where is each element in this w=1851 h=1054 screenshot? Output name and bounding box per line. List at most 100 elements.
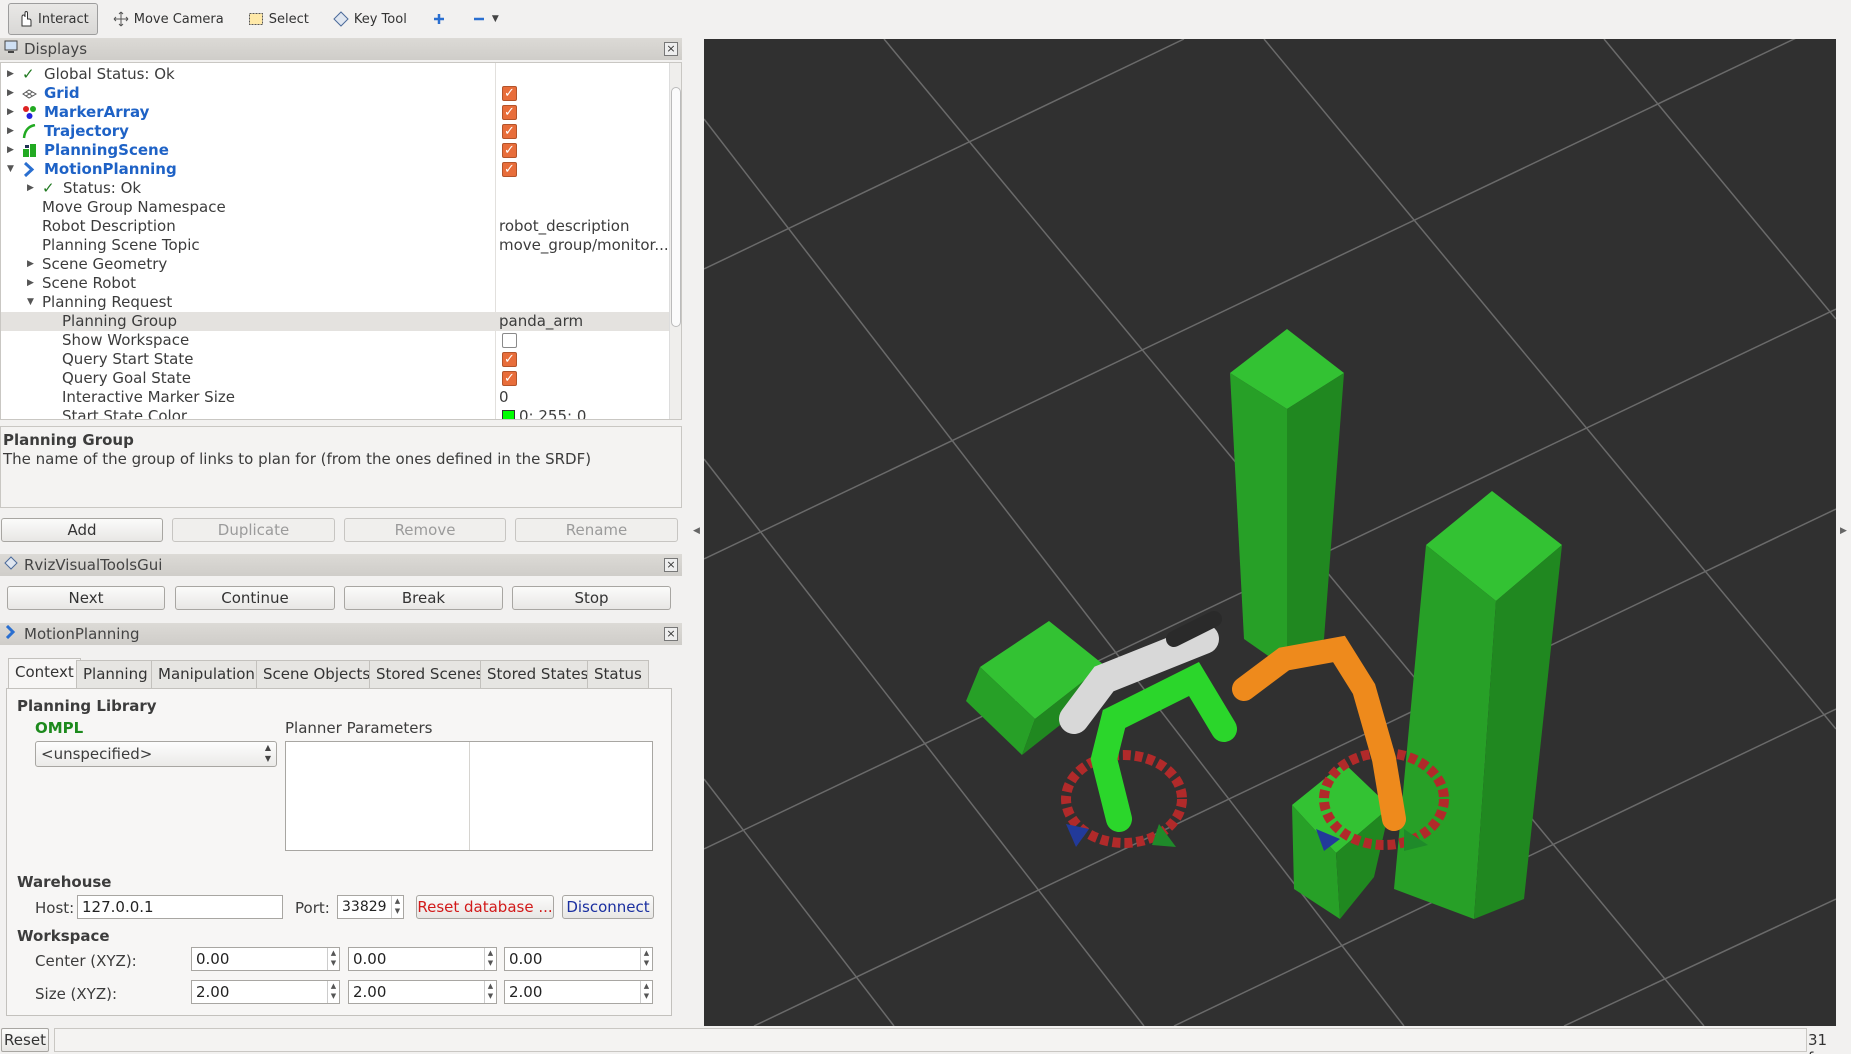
tab-scene-objects[interactable]: Scene Objects [256, 660, 378, 688]
tree-row-motionplanning[interactable]: ▼ MotionPlanning [1, 160, 669, 179]
center-x-input[interactable]: 0.00 ▲ ▼ [191, 947, 340, 971]
reset-database-button[interactable]: Reset database ... [416, 895, 554, 919]
tree-value[interactable]: 0; 255; 0 [519, 407, 586, 419]
center-y-input[interactable]: 0.00 ▲ ▼ [348, 947, 497, 971]
tree-row-show-workspace[interactable]: Show Workspace [1, 331, 669, 350]
property-description-box: Planning Group The name of the group of … [0, 426, 682, 508]
query-goal-state-checkbox[interactable] [502, 369, 517, 388]
tree-row-markerarray[interactable]: ▶ MarkerArray [1, 103, 669, 122]
tree-row-planningscene[interactable]: ▶ PlanningScene [1, 141, 669, 160]
select-tool-button[interactable]: Select [239, 3, 318, 35]
size-y-input[interactable]: 2.00 ▲ ▼ [348, 980, 497, 1004]
add-display-button[interactable]: Add [1, 518, 163, 542]
add-tool-button[interactable] [422, 3, 456, 35]
duplicate-display-button[interactable]: Duplicate [172, 518, 335, 542]
collapse-right-dock-icon[interactable]: ▶ [1840, 526, 1847, 536]
size-x-input[interactable]: 2.00 ▲ ▼ [191, 980, 340, 1004]
interact-tool-button[interactable]: Interact [8, 3, 98, 35]
expand-arrow-icon[interactable]: ▶ [27, 255, 37, 274]
spin-arrows-icon[interactable]: ▲ ▼ [640, 981, 652, 1003]
color-swatch[interactable] [502, 410, 515, 419]
tree-row-trajectory[interactable]: ▶ Trajectory [1, 122, 669, 141]
collapse-arrow-icon[interactable]: ▼ [27, 293, 37, 312]
planner-parameters-table[interactable] [285, 741, 653, 851]
tab-manipulation[interactable]: Manipulation [151, 660, 262, 688]
next-button[interactable]: Next [7, 586, 165, 610]
spin-arrows-icon[interactable]: ▲ ▼ [391, 896, 403, 918]
tree-row-scene-robot[interactable]: ▶ Scene Robot [1, 274, 669, 293]
close-icon[interactable]: × [664, 42, 678, 56]
tab-stored-scenes[interactable]: Stored Scenes [369, 660, 491, 688]
enabled-checkbox[interactable] [502, 141, 517, 160]
tree-label: Interactive Marker Size [62, 388, 235, 406]
column-separator [469, 742, 470, 850]
remove-display-button[interactable]: Remove [344, 518, 506, 542]
tab-planning[interactable]: Planning [76, 660, 155, 688]
expand-arrow-icon[interactable]: ▶ [7, 103, 17, 122]
expand-arrow-icon[interactable]: ▶ [7, 65, 17, 84]
center-z-input[interactable]: 0.00 ▲ ▼ [504, 947, 653, 971]
expand-arrow-icon[interactable]: ▶ [7, 141, 17, 160]
rename-display-button[interactable]: Rename [515, 518, 678, 542]
expand-arrow-icon[interactable]: ▶ [7, 122, 17, 141]
render-3d-viewport[interactable] [704, 39, 1836, 1026]
diamond-icon [4, 556, 18, 574]
scrollbar-thumb[interactable] [671, 87, 681, 327]
tree-row-query-start-state[interactable]: Query Start State [1, 350, 669, 369]
key-tool-button[interactable]: Key Tool [324, 3, 416, 35]
tab-context[interactable]: Context [8, 658, 81, 689]
show-workspace-checkbox[interactable] [502, 333, 517, 348]
tab-stored-states[interactable]: Stored States [480, 660, 596, 688]
query-start-state-checkbox[interactable] [502, 350, 517, 369]
tree-row-query-goal-state[interactable]: Query Goal State [1, 369, 669, 388]
stop-button[interactable]: Stop [512, 586, 671, 610]
continue-button[interactable]: Continue [175, 586, 335, 610]
tree-row-interactive-marker-size[interactable]: Interactive Marker Size 0 [1, 388, 669, 407]
tree-row-grid[interactable]: ▶ Grid [1, 84, 669, 103]
expand-arrow-icon[interactable]: ▶ [27, 179, 37, 198]
obstacle-tall-left [1230, 329, 1344, 669]
enabled-checkbox[interactable] [502, 122, 517, 141]
enabled-checkbox[interactable] [502, 84, 517, 103]
tab-status[interactable]: Status [587, 660, 649, 688]
spin-arrows-icon[interactable]: ▲ ▼ [484, 948, 496, 970]
tree-value[interactable]: 0 [499, 388, 509, 407]
grid-icon [22, 86, 38, 101]
tree-row-status[interactable]: ▶ ✓ Status: Ok [1, 179, 669, 198]
tree-value[interactable]: robot_description [499, 217, 630, 236]
disconnect-button[interactable]: Disconnect [562, 895, 654, 919]
size-z-input[interactable]: 2.00 ▲ ▼ [504, 980, 653, 1004]
tree-row-planning-scene-topic[interactable]: Planning Scene Topic move_group/monitor.… [1, 236, 669, 255]
tree-value[interactable]: move_group/monitor... [499, 236, 669, 255]
tree-row-start-state-color[interactable]: Start State Color 0; 255; 0 [1, 407, 669, 419]
displays-scrollbar[interactable] [669, 63, 681, 419]
reset-button[interactable]: Reset [1, 1028, 49, 1052]
spin-arrows-icon[interactable]: ▲ ▼ [640, 948, 652, 970]
tree-row-move-group-namespace[interactable]: Move Group Namespace [1, 198, 669, 217]
tree-row-global-status[interactable]: ▶ ✓ Global Status: Ok [1, 65, 669, 84]
planner-select[interactable]: <unspecified> ▲ ▼ [35, 741, 277, 767]
spin-arrows-icon[interactable]: ▲ ▼ [327, 948, 339, 970]
tree-row-planning-group[interactable]: Planning Group panda_arm [1, 312, 669, 331]
enabled-checkbox[interactable] [502, 103, 517, 122]
break-button[interactable]: Break [344, 586, 503, 610]
tree-label: Trajectory [44, 122, 129, 140]
tree-row-robot-description[interactable]: Robot Description robot_description [1, 217, 669, 236]
tree-value[interactable]: panda_arm [499, 312, 583, 331]
enabled-checkbox[interactable] [502, 160, 517, 179]
spin-arrows-icon[interactable]: ▲ ▼ [484, 981, 496, 1003]
tree-row-scene-geometry[interactable]: ▶ Scene Geometry [1, 255, 669, 274]
close-icon[interactable]: × [664, 558, 678, 572]
move-camera-tool-button[interactable]: Move Camera [104, 3, 233, 35]
host-input[interactable]: 127.0.0.1 [77, 895, 283, 919]
collapse-arrow-icon[interactable]: ▼ [7, 160, 17, 179]
expand-arrow-icon[interactable]: ▶ [7, 84, 17, 103]
tree-row-planning-request[interactable]: ▼ Planning Request [1, 293, 669, 312]
collapse-left-dock-icon[interactable]: ◀ [693, 526, 700, 536]
close-icon[interactable]: × [664, 627, 678, 641]
monitor-icon [4, 40, 18, 58]
spin-arrows-icon[interactable]: ▲ ▼ [327, 981, 339, 1003]
remove-tool-button[interactable]: ▼ [462, 3, 508, 35]
expand-arrow-icon[interactable]: ▶ [27, 274, 37, 293]
port-input[interactable]: 33829 ▲ ▼ [337, 895, 404, 919]
